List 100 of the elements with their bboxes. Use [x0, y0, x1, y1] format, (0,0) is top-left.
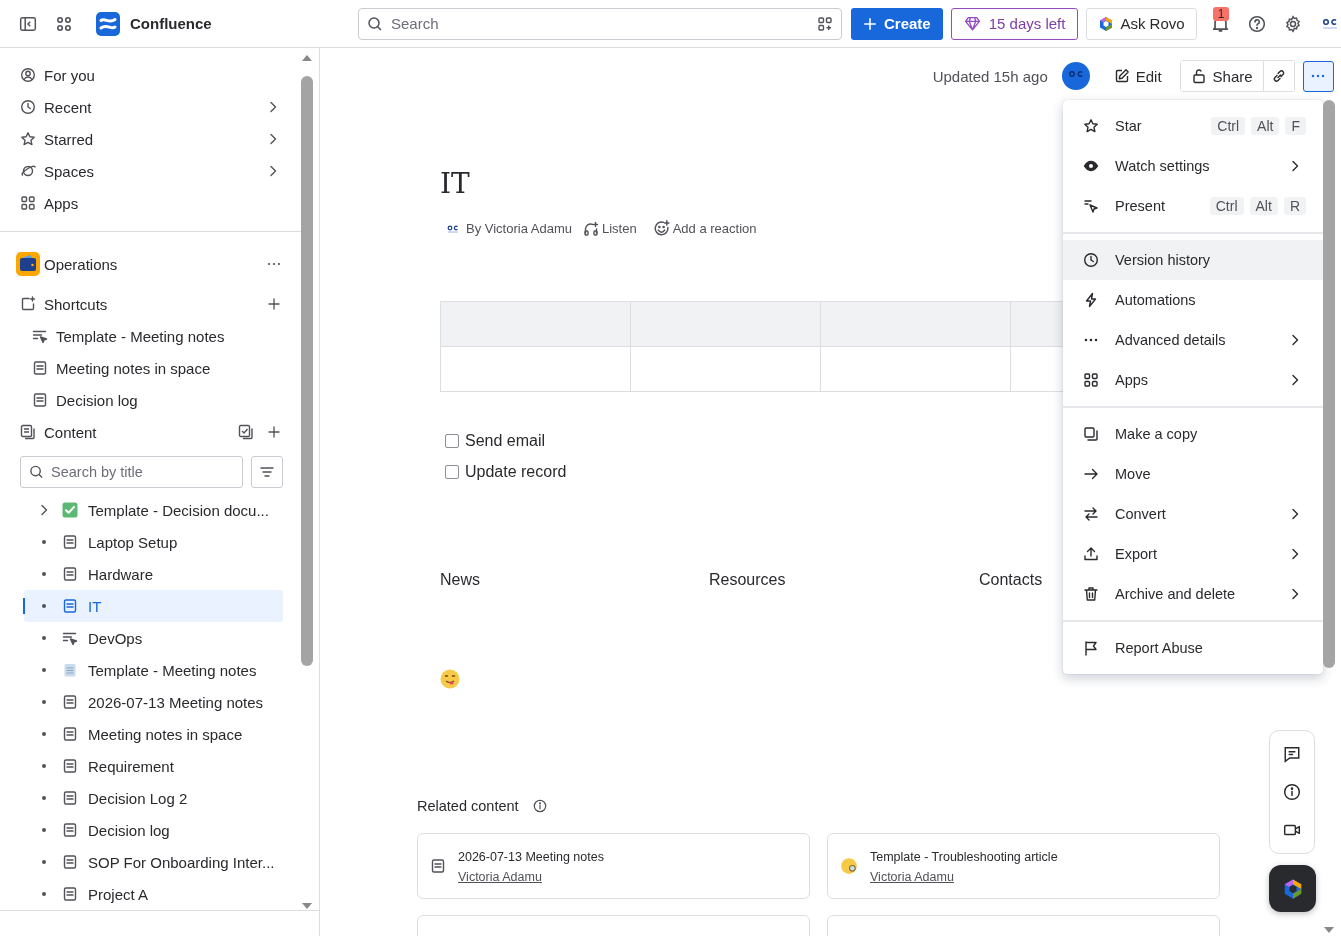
related-card[interactable]: Template - Troubleshooting article Victoria Adamu: [827, 833, 1220, 899]
nav-item[interactable]: For you: [20, 59, 283, 91]
page-icon: [62, 854, 78, 870]
shortcut-key: R: [1283, 197, 1306, 215]
shortcut-item[interactable]: Meeting notes in space: [20, 352, 283, 384]
author-link[interactable]: Victoria Adamu: [458, 870, 604, 884]
task-icon[interactable]: [238, 424, 254, 440]
flag-icon: [1083, 640, 1099, 656]
menu-item[interactable]: Apps: [1063, 360, 1323, 400]
add-reaction-button[interactable]: Add a reaction: [647, 220, 762, 237]
shortcut-item[interactable]: Decision log: [20, 384, 283, 416]
menu-item[interactable]: Present Ctrl Alt R: [1063, 186, 1323, 226]
updated-time: Updated 15h ago: [932, 67, 1048, 85]
menu-item[interactable]: Star Ctrl Alt F: [1063, 106, 1323, 146]
page-icon: [62, 598, 78, 614]
comment-icon[interactable]: [1283, 745, 1301, 763]
tree-item[interactable]: Laptop Setup: [24, 526, 283, 558]
star-icon: [1083, 118, 1099, 134]
page-icon: [62, 566, 78, 582]
tree-item[interactable]: Requirement: [24, 750, 283, 782]
card-title: 2026-07-13 Meeting notes: [458, 850, 604, 864]
menu-item[interactable]: Watch settings: [1063, 146, 1323, 186]
shortcut-item[interactable]: Template - Meeting notes: [20, 320, 283, 352]
menu-item[interactable]: Make a copy: [1063, 414, 1323, 454]
trial-button[interactable]: 15 days left: [950, 7, 1079, 40]
scroll-down-icon[interactable]: [301, 902, 313, 910]
tree-item[interactable]: Meeting notes in space: [24, 718, 283, 750]
nav-item[interactable]: Recent: [20, 91, 283, 123]
emoji-icon: [840, 857, 858, 875]
help-icon: [1247, 14, 1266, 33]
menu-item[interactable]: Convert: [1063, 494, 1323, 534]
copy-icon: [1083, 426, 1099, 442]
shortcut-key: Ctrl: [1211, 117, 1246, 135]
menu-item[interactable]: Automations: [1063, 280, 1323, 320]
shortcut-key: Alt: [1251, 117, 1280, 135]
scroll-up-icon[interactable]: [301, 54, 313, 62]
menu-item[interactable]: Archive and delete: [1063, 574, 1323, 614]
tree-item[interactable]: Template - Decision docu...: [24, 494, 283, 526]
tree-item[interactable]: SOP For Onboarding Inter...: [24, 846, 283, 878]
author-link[interactable]: Victoria Adamu: [870, 870, 1058, 884]
ask-rovo-button[interactable]: Ask Rovo: [1086, 7, 1197, 40]
add-icon[interactable]: [266, 424, 282, 440]
tree-item[interactable]: 2026-07-13 Meeting notes: [24, 686, 283, 718]
page-icon: [430, 858, 446, 874]
scrollbar[interactable]: [1323, 100, 1335, 934]
menu-item[interactable]: Version history: [1063, 240, 1323, 280]
menu-item[interactable]: Move: [1063, 454, 1323, 494]
nav-item[interactable]: Apps: [20, 187, 283, 219]
hexagon-logo-icon: [1098, 15, 1115, 32]
scrollbar[interactable]: [300, 54, 314, 910]
shortcut-key: Ctrl: [1209, 197, 1244, 215]
menu-item[interactable]: Export: [1063, 534, 1323, 574]
share-button[interactable]: Share: [1180, 61, 1264, 91]
tree-item[interactable]: Decision Log 2: [24, 782, 283, 814]
page-icon: [62, 758, 78, 774]
rovo-button[interactable]: [1269, 865, 1316, 912]
checkmark-icon: [62, 502, 78, 518]
tree-item[interactable]: Template - Meeting notes: [24, 654, 283, 686]
search-field[interactable]: Search: [358, 7, 842, 40]
page-icon: [32, 360, 48, 376]
info-icon[interactable]: [532, 799, 547, 813]
tree-item[interactable]: Project A: [24, 878, 283, 910]
column-heading: News: [440, 571, 481, 589]
apps-icon: [20, 195, 36, 211]
related-card[interactable]: 2026-07-13 Meeting notes Victoria Adamu: [417, 833, 810, 899]
avatar-icon[interactable]: [1061, 62, 1090, 90]
scroll-down-icon[interactable]: [1323, 926, 1335, 934]
filter-icon: [259, 464, 276, 480]
lock-icon: [1190, 68, 1207, 84]
emoji-icon: [440, 669, 460, 689]
planet-icon: [20, 163, 36, 179]
more-actions-button[interactable]: [1302, 60, 1334, 92]
confluence-logo-icon: [96, 11, 120, 36]
space-name[interactable]: Operations: [44, 255, 262, 273]
tree-item[interactable]: Decision log: [24, 814, 283, 846]
search-icon: [29, 464, 44, 480]
tree-item[interactable]: IT: [24, 590, 283, 622]
product-name: Confluence: [130, 15, 213, 32]
swap-icon: [1083, 506, 1099, 522]
nav-item[interactable]: Starred: [20, 123, 283, 155]
listen-button[interactable]: Listen: [578, 220, 642, 237]
lightning-icon: [1083, 292, 1099, 308]
notification-badge: 1: [1212, 6, 1230, 21]
edit-button[interactable]: Edit: [1105, 60, 1170, 92]
menu-item[interactable]: Report Abuse: [1063, 628, 1323, 668]
apps-icon: [817, 15, 833, 32]
template-icon: [32, 328, 48, 344]
nav-item[interactable]: Spaces: [20, 155, 283, 187]
notifications-button[interactable]: 1: [1204, 7, 1237, 40]
info-icon[interactable]: [1283, 783, 1301, 801]
tree-item[interactable]: DevOps: [24, 622, 283, 654]
tree-item[interactable]: Hardware: [24, 558, 283, 590]
filter-button[interactable]: [251, 456, 283, 488]
author-byline: By Victoria Adamu: [466, 221, 572, 236]
menu-item[interactable]: Advanced details: [1063, 320, 1323, 360]
search-field[interactable]: Search by title: [20, 456, 244, 488]
create-button[interactable]: Create: [851, 7, 943, 40]
add-icon[interactable]: [266, 296, 282, 312]
card-title: Template - Troubleshooting article: [870, 850, 1058, 864]
page-title: IT: [440, 166, 470, 202]
